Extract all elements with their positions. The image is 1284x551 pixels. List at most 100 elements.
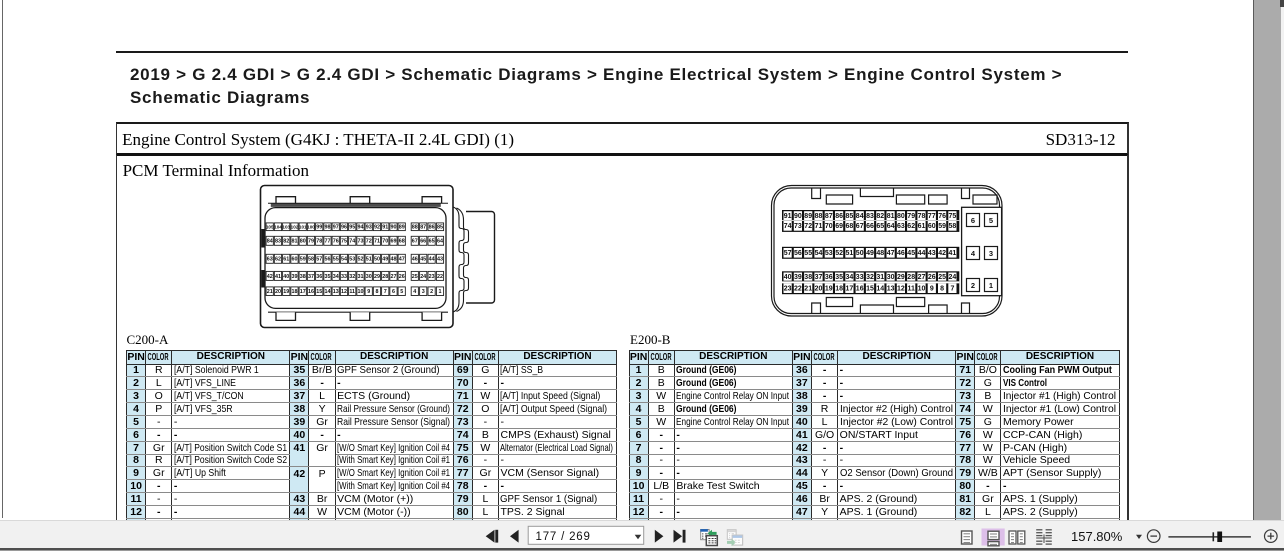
svg-text:20: 20: [815, 286, 823, 293]
svg-text:58: 58: [949, 223, 957, 230]
svg-text:79: 79: [308, 239, 314, 245]
svg-text:66: 66: [866, 223, 874, 230]
svg-text:45: 45: [907, 250, 915, 257]
svg-text:80: 80: [897, 213, 905, 220]
svg-text:56: 56: [324, 257, 330, 263]
svg-text:59: 59: [300, 257, 306, 263]
svg-text:28: 28: [907, 274, 915, 281]
svg-text:32: 32: [349, 274, 355, 280]
svg-text:67: 67: [856, 223, 864, 230]
svg-text:77: 77: [928, 213, 936, 220]
svg-text:59: 59: [938, 223, 946, 230]
svg-text:86: 86: [429, 225, 435, 231]
svg-text:21: 21: [804, 286, 812, 293]
svg-text:93: 93: [366, 225, 372, 231]
svg-text:61: 61: [918, 223, 926, 230]
svg-text:52: 52: [357, 257, 363, 263]
svg-text:89: 89: [399, 225, 405, 231]
svg-text:42: 42: [267, 274, 273, 280]
svg-text:43: 43: [437, 257, 443, 263]
svg-text:70: 70: [382, 239, 388, 245]
svg-text:36: 36: [316, 274, 322, 280]
svg-text:72: 72: [366, 239, 372, 245]
svg-text:50: 50: [374, 257, 380, 263]
svg-text:48: 48: [876, 250, 884, 257]
svg-text:71: 71: [374, 239, 380, 245]
svg-text:87: 87: [420, 225, 426, 231]
svg-text:92: 92: [374, 225, 380, 231]
svg-text:44: 44: [918, 250, 926, 257]
svg-text:73: 73: [357, 239, 363, 245]
svg-text:29: 29: [374, 274, 380, 280]
svg-text:81: 81: [291, 239, 297, 245]
svg-text:157.80%: 157.80%: [1071, 529, 1123, 544]
svg-text:68: 68: [846, 223, 854, 230]
svg-text:24: 24: [420, 274, 426, 280]
svg-text:78: 78: [918, 213, 926, 220]
svg-text:103: 103: [282, 225, 290, 230]
svg-text:85: 85: [846, 213, 854, 220]
svg-text:57: 57: [316, 257, 322, 263]
svg-text:13: 13: [887, 286, 895, 293]
svg-text:70: 70: [825, 223, 833, 230]
svg-text:88: 88: [412, 225, 418, 231]
svg-text:49: 49: [382, 257, 388, 263]
svg-text:19: 19: [825, 286, 833, 293]
svg-text:7: 7: [384, 289, 387, 295]
svg-text:39: 39: [794, 274, 802, 281]
svg-text:53: 53: [825, 250, 833, 257]
svg-text:76: 76: [333, 239, 339, 245]
svg-text:99: 99: [316, 225, 322, 231]
svg-text:7: 7: [950, 286, 954, 293]
svg-text:84: 84: [856, 213, 864, 220]
svg-text:13: 13: [333, 289, 339, 295]
svg-text:5: 5: [400, 289, 403, 295]
svg-text:11: 11: [907, 286, 915, 293]
svg-text:90: 90: [390, 225, 396, 231]
svg-text:41: 41: [275, 274, 281, 280]
svg-text:91: 91: [784, 213, 792, 220]
svg-text:75: 75: [949, 213, 957, 220]
svg-text:78: 78: [316, 239, 322, 245]
svg-text:16: 16: [856, 286, 864, 293]
svg-text:33: 33: [856, 274, 864, 281]
svg-text:2: 2: [430, 289, 433, 295]
svg-text:83: 83: [275, 239, 281, 245]
svg-text:64: 64: [887, 223, 895, 230]
svg-text:88: 88: [815, 213, 823, 220]
svg-text:32: 32: [866, 274, 874, 281]
svg-text:40: 40: [283, 274, 289, 280]
svg-text:27: 27: [918, 274, 926, 281]
svg-text:62: 62: [907, 223, 915, 230]
svg-text:3: 3: [422, 289, 425, 295]
svg-text:29: 29: [897, 274, 905, 281]
svg-text:26: 26: [399, 274, 405, 280]
svg-text:105: 105: [266, 225, 274, 230]
svg-text:43: 43: [928, 250, 936, 257]
svg-text:89: 89: [804, 213, 812, 220]
svg-text:44: 44: [429, 257, 435, 263]
svg-text:60: 60: [291, 257, 297, 263]
svg-text:63: 63: [267, 257, 273, 263]
svg-text:9: 9: [930, 286, 934, 293]
svg-text:83: 83: [866, 213, 874, 220]
svg-text:55: 55: [333, 257, 339, 263]
svg-text:34: 34: [846, 274, 854, 281]
svg-text:12: 12: [341, 289, 347, 295]
svg-text:86: 86: [835, 213, 843, 220]
svg-text:69: 69: [835, 223, 843, 230]
svg-text:69: 69: [390, 239, 396, 245]
svg-text:82: 82: [876, 213, 884, 220]
svg-text:85: 85: [437, 225, 443, 231]
svg-text:46: 46: [897, 250, 905, 257]
svg-text:54: 54: [341, 257, 347, 263]
svg-text:49: 49: [866, 250, 874, 257]
svg-text:35: 35: [324, 274, 330, 280]
svg-text:73: 73: [794, 223, 802, 230]
svg-text:1: 1: [439, 289, 442, 295]
svg-text:63: 63: [897, 223, 905, 230]
svg-text:14: 14: [324, 289, 330, 295]
svg-text:45: 45: [420, 257, 426, 263]
svg-text:77: 77: [324, 239, 330, 245]
svg-text:8: 8: [375, 289, 378, 295]
